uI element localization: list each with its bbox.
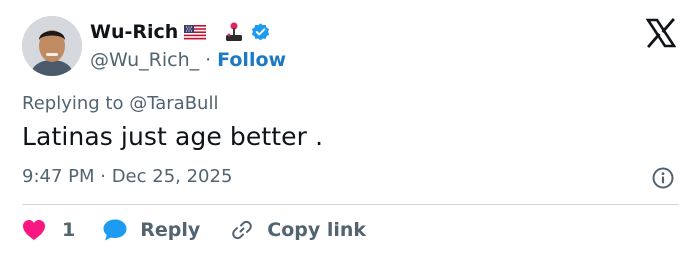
avatar[interactable] <box>22 16 82 76</box>
us-flag-icon <box>184 24 207 40</box>
link-icon <box>230 218 254 242</box>
copy-link-button[interactable]: Copy link <box>230 218 366 242</box>
reply-bubble-icon <box>102 218 128 242</box>
author-handle[interactable]: @Wu_Rich_ <box>90 49 199 71</box>
replying-to-line: Replying to @TaraBull <box>22 93 218 114</box>
author-handle-row: @Wu_Rich_ · Follow <box>90 47 286 73</box>
tweet-timestamp[interactable]: 9:47 PM · Dec 25, 2025 <box>22 166 232 187</box>
like-count: 1 <box>62 219 76 241</box>
x-logo-icon[interactable] <box>646 18 676 48</box>
action-bar: 1 Reply Copy link <box>22 214 366 246</box>
tweet-text: Latinas just age better . <box>22 122 324 151</box>
avatar-photo <box>22 16 82 76</box>
replying-to-mention[interactable]: @TaraBull <box>129 93 218 114</box>
author-name-row: Wu-Rich <box>90 19 271 45</box>
verified-badge-icon[interactable] <box>250 22 271 43</box>
joystick-icon <box>224 21 244 43</box>
follow-button[interactable]: Follow <box>217 49 286 71</box>
heart-icon <box>22 219 46 241</box>
like-button[interactable]: 1 <box>22 219 75 241</box>
replying-to-prefix: Replying to <box>22 93 124 114</box>
reply-label: Reply <box>140 219 201 241</box>
reply-button[interactable]: Reply <box>102 218 200 242</box>
divider <box>22 204 679 205</box>
author-display-name[interactable]: Wu-Rich <box>90 21 178 43</box>
copy-link-label: Copy link <box>267 219 367 241</box>
info-icon[interactable] <box>651 166 675 190</box>
separator-dot: · <box>205 49 212 71</box>
